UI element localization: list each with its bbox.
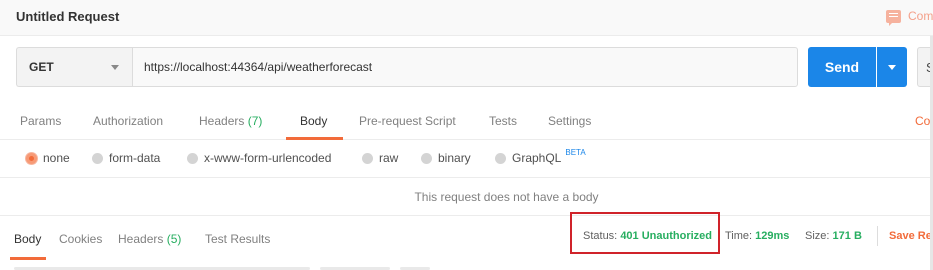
headers-count: (7) xyxy=(247,114,263,128)
response-toolbar-edge xyxy=(0,264,933,270)
radio-icon xyxy=(187,152,198,164)
request-tabs: Params Authorization Headers (7) Body Pr… xyxy=(0,100,933,140)
size-value[interactable]: 171 B xyxy=(833,230,862,242)
tab-body[interactable]: Body xyxy=(300,114,327,128)
send-button[interactable]: Send xyxy=(808,47,876,87)
method-select[interactable]: GET xyxy=(16,47,133,87)
radio-icon xyxy=(362,152,373,164)
status-label: Status: xyxy=(583,230,618,242)
tab-pre-request-script[interactable]: Pre-request Script xyxy=(359,114,456,128)
beta-badge: BETA xyxy=(565,147,586,157)
response-tab-cookies[interactable]: Cookies xyxy=(59,232,102,246)
time-meta: Time: 129ms xyxy=(725,230,789,242)
method-value: GET xyxy=(29,60,54,74)
size-label: Size: xyxy=(805,230,830,242)
response-tab-headers[interactable]: Headers (5) xyxy=(118,232,181,246)
no-body-message: This request does not have a body xyxy=(0,178,933,216)
url-bar: GET https://localhost:44364/api/weatherf… xyxy=(0,36,933,100)
request-title-bar: Untitled Request Com xyxy=(0,0,933,36)
comment-icon xyxy=(886,9,901,26)
radio-binary[interactable]: binary xyxy=(421,151,471,165)
response-tabs: Body Cookies Headers (5) Test Results xyxy=(0,216,933,260)
radio-icon xyxy=(26,152,37,164)
tab-headers[interactable]: Headers (7) xyxy=(199,114,262,128)
tab-tests[interactable]: Tests xyxy=(489,114,517,128)
response-tab-test-results[interactable]: Test Results xyxy=(205,232,270,246)
url-value: https://localhost:44364/api/weatherforec… xyxy=(144,60,373,74)
chevron-down-icon xyxy=(111,65,119,70)
tab-params[interactable]: Params xyxy=(20,114,61,128)
radio-icon xyxy=(92,152,103,164)
radio-icon xyxy=(495,152,506,164)
url-input[interactable]: https://localhost:44364/api/weatherforec… xyxy=(132,47,798,87)
status-meta: Status: 401 Unauthorized xyxy=(583,230,712,242)
active-response-tab-indicator xyxy=(10,257,46,260)
tab-authorization[interactable]: Authorization xyxy=(93,114,163,128)
radio-raw[interactable]: raw xyxy=(362,151,398,165)
comments-button[interactable]: Com xyxy=(886,9,933,26)
tab-settings[interactable]: Settings xyxy=(548,114,591,128)
radio-form-data[interactable]: form-data xyxy=(92,151,160,165)
time-label: Time: xyxy=(725,230,753,242)
chevron-down-icon xyxy=(888,65,896,70)
comments-label: Com xyxy=(908,9,933,23)
size-meta: Size: 171 B xyxy=(805,230,862,242)
radio-none[interactable]: none xyxy=(26,151,70,165)
response-headers-count: (5) xyxy=(166,232,182,246)
radio-x-www-form-urlencoded[interactable]: x-www-form-urlencoded xyxy=(187,151,331,165)
status-value[interactable]: 401 Unauthorized xyxy=(620,230,712,242)
time-value[interactable]: 129ms xyxy=(755,230,789,242)
response-tab-body[interactable]: Body xyxy=(14,232,41,246)
send-options-button[interactable] xyxy=(877,47,907,87)
save-response-button[interactable]: Save Re xyxy=(889,230,932,242)
body-type-selector: none form-data x-www-form-urlencoded raw… xyxy=(0,140,933,178)
radio-icon xyxy=(421,152,432,164)
request-title[interactable]: Untitled Request xyxy=(16,9,119,24)
radio-graphql[interactable]: GraphQL BETA xyxy=(495,147,586,165)
divider xyxy=(877,226,878,246)
